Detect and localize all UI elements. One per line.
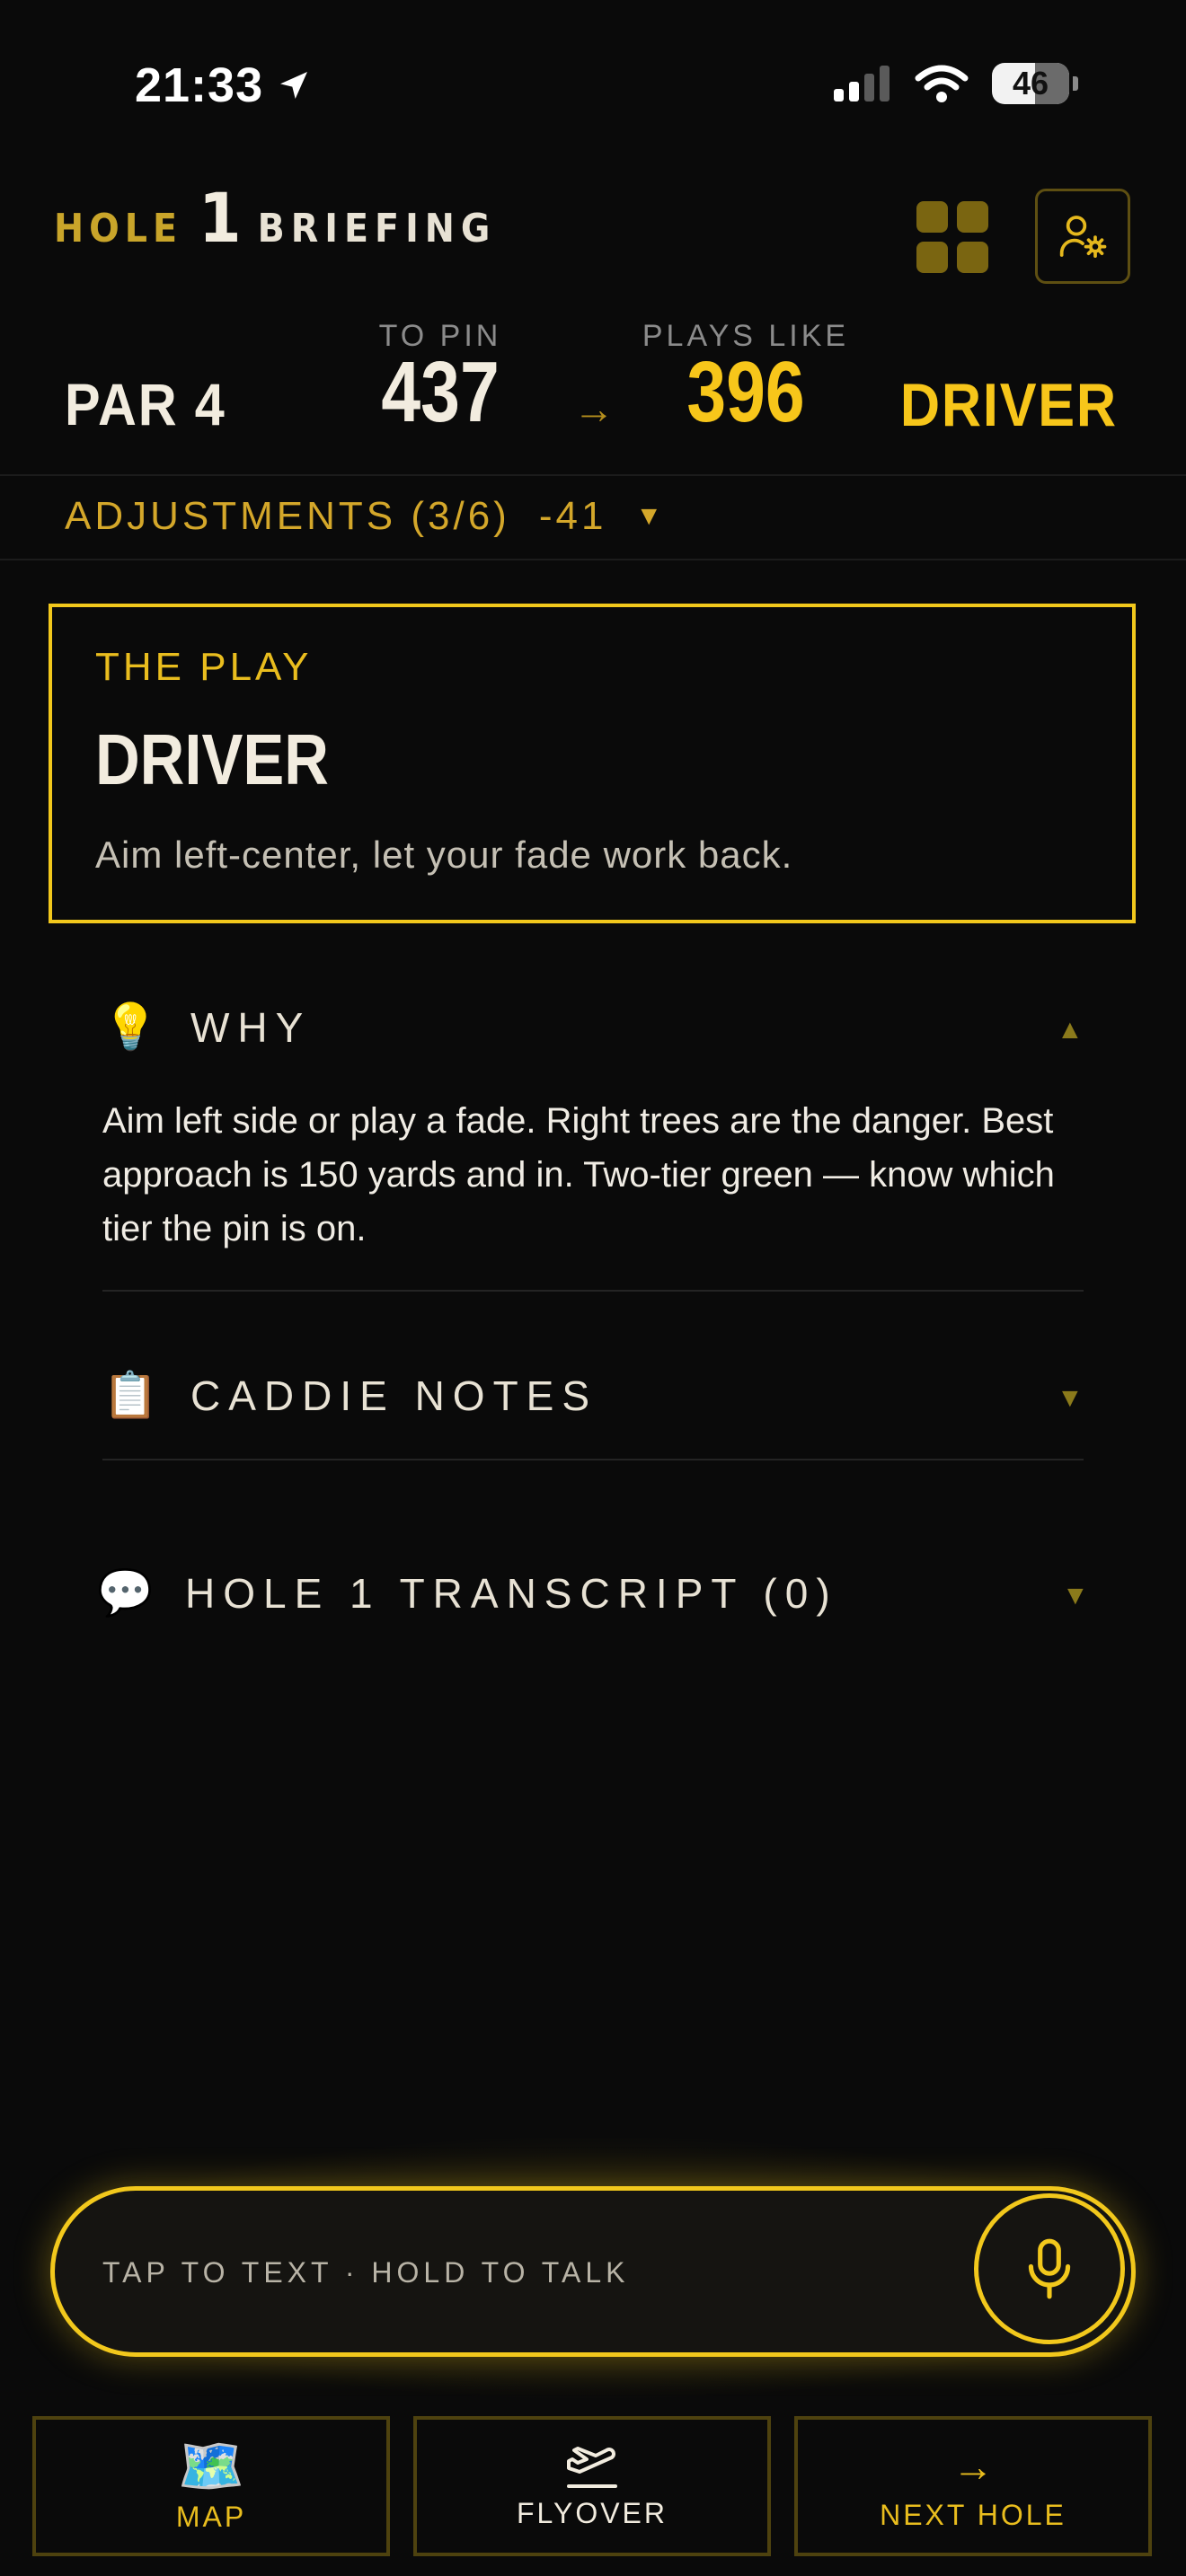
transcript-header[interactable]: 💬 HOLE 1 TRANSCRIPT (0) (97, 1566, 838, 1619)
player-settings-icon (1059, 216, 1107, 259)
map-button[interactable]: 🗺️ MAP (32, 2416, 390, 2556)
play-club: DRIVER (95, 719, 329, 799)
play-label: THE PLAY (95, 645, 313, 689)
plays-like-value: 396 (686, 344, 805, 440)
mic-button[interactable] (974, 2193, 1125, 2344)
talk-placeholder: TAP TO TEXT · HOLD TO TALK (102, 2256, 630, 2289)
transcript-title: HOLE 1 TRANSCRIPT (0) (185, 1569, 838, 1617)
par-label: PAR 4 (65, 371, 226, 437)
divider (0, 559, 1186, 560)
flyover-button[interactable]: FLYOVER (413, 2416, 771, 2556)
flyover-label: FLYOVER (517, 2496, 668, 2529)
hole-number: 1 (199, 178, 242, 258)
chevron-up-icon[interactable]: ▲ (1057, 1015, 1084, 1045)
map-label: MAP (175, 2500, 247, 2533)
adjustments-value: -41 (538, 494, 607, 538)
to-pin-value: 437 (381, 344, 500, 440)
status-time: 21:33 (135, 57, 312, 113)
next-hole-label: NEXT HOLE (880, 2498, 1067, 2531)
battery-icon: 46 (992, 63, 1069, 104)
clipboard-icon: 📋 (102, 1370, 159, 1420)
arrow-right-icon: → (952, 2442, 994, 2490)
wifi-icon (915, 65, 969, 102)
lightbulb-icon: 💡 (102, 1001, 159, 1052)
why-body: Aim left side or play a fade. Right tree… (102, 1101, 1055, 1248)
adjustments-label: ADJUSTMENTS (3/6) (65, 494, 510, 538)
hole-label: HOLE (54, 206, 183, 251)
flyover-plane-icon (567, 2446, 617, 2488)
microphone-icon (1028, 2238, 1071, 2299)
location-arrow-icon (280, 72, 308, 99)
divider (102, 1459, 1084, 1460)
speech-bubble-icon: 💬 (97, 1567, 154, 1618)
chevron-down-icon: ▼ (635, 501, 667, 531)
arrow-right-icon: → (573, 385, 615, 432)
chevron-down-icon[interactable]: ▼ (1057, 1383, 1084, 1414)
signal-icon (834, 66, 890, 101)
map-icon: 🗺️ (177, 2435, 245, 2496)
recommended-club: DRIVER (899, 371, 1118, 439)
play-description: Aim left-center, let your fade work back… (95, 834, 793, 876)
divider (0, 474, 1186, 476)
page-title: HOLE 1 BRIEFING (54, 178, 496, 258)
caddie-notes-title: CADDIE NOTES (190, 1372, 598, 1419)
next-hole-button[interactable]: → NEXT HOLE (794, 2416, 1152, 2556)
why-section-header[interactable]: 💡 WHY (102, 1001, 311, 1054)
caddie-notes-header[interactable]: 📋 CADDIE NOTES (102, 1369, 597, 1422)
briefing-label: BRIEFING (257, 206, 497, 251)
player-settings-button[interactable] (1035, 189, 1130, 284)
status-icons: 46 (832, 63, 1078, 104)
chevron-down-icon[interactable]: ▼ (1062, 1581, 1089, 1611)
adjustments-toggle[interactable]: ADJUSTMENTS (3/6) -41 ▼ (65, 494, 666, 539)
divider (102, 1290, 1084, 1292)
grid-icon[interactable] (916, 201, 988, 273)
why-title: WHY (190, 1003, 312, 1051)
